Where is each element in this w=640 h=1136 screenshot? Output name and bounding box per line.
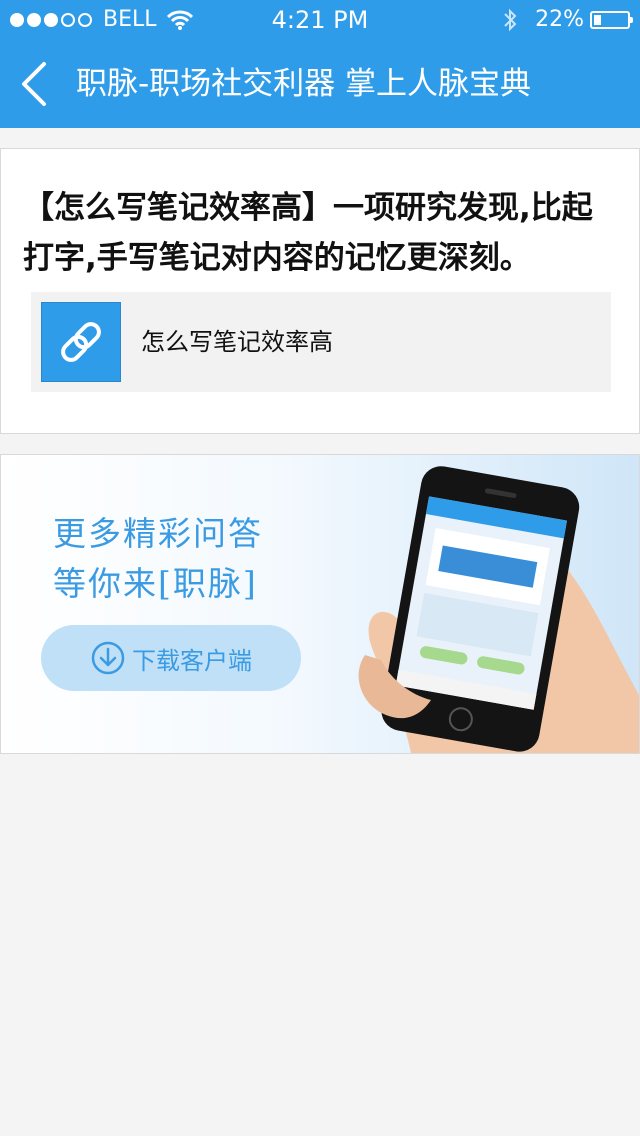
banner-line-2: 等你来[职脉] [53,564,258,603]
status-bar: BELL 4:21 PM 22% [0,0,640,40]
article-card: 【怎么写笔记效率高】一项研究发现,比起打字,手写笔记对内容的记忆更深刻。 怎么写… [0,148,640,434]
article-link-text: 怎么写笔记效率高 [141,328,333,356]
download-button-label: 下载客户端 [132,646,252,675]
nav-bar: 职脉-职场社交利器 掌上人脉宝典 [0,40,640,128]
page-title: 职脉-职场社交利器 掌上人脉宝典 [76,66,532,102]
battery-percent: 22% [535,7,584,32]
article-link[interactable]: 怎么写笔记效率高 [31,292,611,392]
bluetooth-icon [504,8,517,32]
link-icon-tile [41,302,121,382]
chain-link-icon [61,322,101,362]
banner-headline: 更多精彩问答 等你来[职脉] [53,509,323,609]
battery-icon [590,11,633,29]
status-right: 22% [503,0,633,40]
article-title: 【怎么写笔记效率高】一项研究发现,比起打字,手写笔记对内容的记忆更深刻。 [23,190,593,276]
app-header: BELL 4:21 PM 22% 职脉-职场社交利器 掌上人脉宝典 [0,0,640,128]
download-client-button[interactable]: 下载客户端 [41,625,301,691]
phone-in-hand-illustration [358,466,639,753]
download-banner[interactable]: 更多精彩问答 等你来[职脉] 下载客户端 [0,454,640,754]
battery-fill [594,15,601,25]
banner-line-1: 更多精彩问答 [53,514,263,553]
back-chevron-icon[interactable] [16,58,52,110]
download-arrow-icon [91,641,125,675]
